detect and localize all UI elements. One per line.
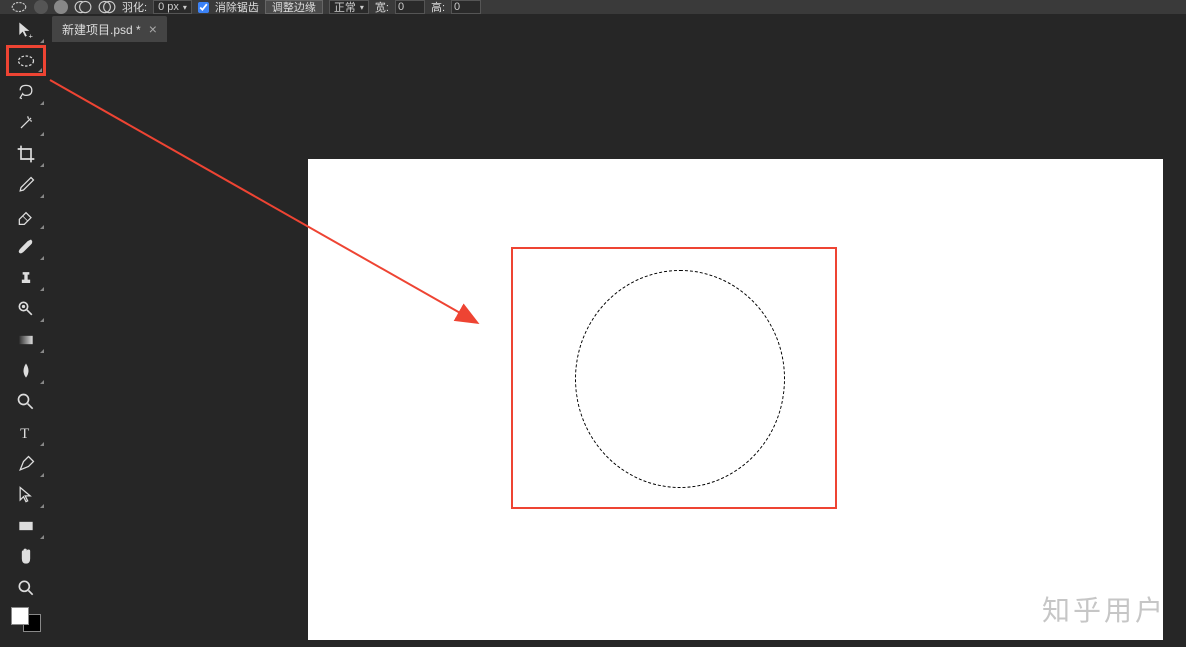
svg-text:T: T [20,426,29,442]
gradient-tool[interactable] [6,324,46,355]
color-swatch[interactable] [11,607,41,632]
blur-tool[interactable] [6,355,46,386]
brush-tool[interactable] [6,231,46,262]
feather-input[interactable]: 0 px▾ [153,0,192,14]
add-selection-mode-icon[interactable] [54,0,68,14]
subtract-selection-mode-icon[interactable] [74,0,92,14]
tab-title: 新建项目.psd * [62,21,141,38]
intersect-selection-mode-icon[interactable] [98,0,116,14]
magic-wand-tool[interactable] [6,107,46,138]
anti-alias-checkbox[interactable] [198,2,209,13]
document-tab[interactable]: 新建项目.psd * × [52,16,167,42]
dodge-tool[interactable] [6,293,46,324]
close-icon[interactable]: × [149,21,157,37]
width-input[interactable] [395,0,425,14]
refine-edge-button[interactable]: 调整边缘 [265,0,323,14]
tab-bar: 新建项目.psd * × [52,14,167,44]
rectangle-tool[interactable] [6,510,46,541]
foreground-color-swatch[interactable] [11,607,29,625]
clone-stamp-tool[interactable] [6,262,46,293]
style-dropdown[interactable]: 正常▾ [329,0,369,14]
elliptical-marquee-tool[interactable] [6,45,46,76]
height-input[interactable] [451,0,481,14]
text-tool[interactable]: T [6,417,46,448]
hand-tool[interactable] [6,541,46,572]
toolbar: + [6,14,46,632]
new-selection-mode-icon[interactable] [34,0,48,14]
canvas[interactable] [308,159,1163,640]
width-label: 宽: [375,0,389,14]
zoom-tool[interactable] [6,572,46,603]
path-selection-tool[interactable] [6,479,46,510]
height-label: 高: [431,0,445,14]
pen-tool[interactable] [6,448,46,479]
feather-label: 羽化: [122,0,147,14]
move-tool[interactable]: + [6,14,46,45]
marquee-icon [10,0,28,14]
smudge-tool[interactable] [6,386,46,417]
eraser-tool[interactable] [6,200,46,231]
svg-text:+: + [29,31,34,40]
eyedropper-tool[interactable] [6,169,46,200]
anti-alias-label: 消除锯齿 [215,0,259,14]
crop-tool[interactable] [6,138,46,169]
lasso-tool[interactable] [6,76,46,107]
options-bar: 羽化: 0 px▾ 消除锯齿 调整边缘 正常▾ 宽: 高: [0,0,1186,14]
